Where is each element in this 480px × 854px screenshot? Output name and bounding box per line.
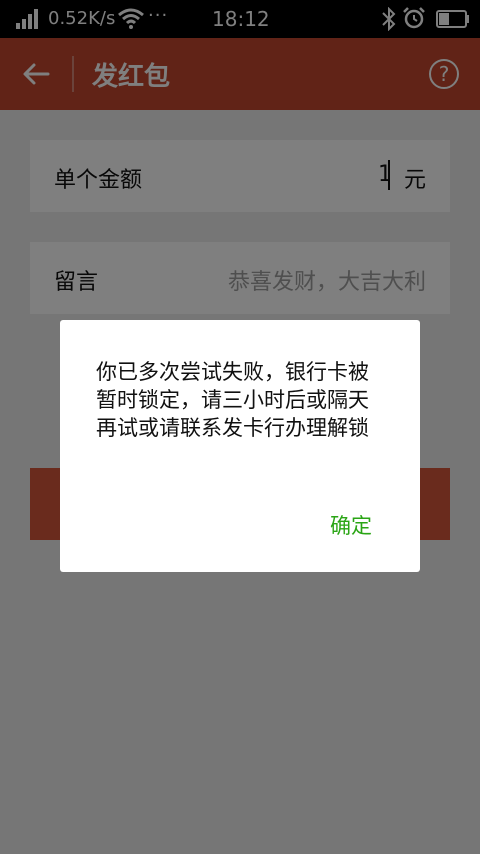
confirm-button[interactable]: 确定	[330, 510, 372, 540]
dialog-message: 你已多次尝试失败，银行卡被暂时锁定，请三小时后或隔天再试或请联系发卡行办理解锁	[96, 360, 369, 440]
alert-dialog: 你已多次尝试失败，银行卡被暂时锁定，请三小时后或隔天再试或请联系发卡行办理解锁 …	[60, 320, 420, 572]
